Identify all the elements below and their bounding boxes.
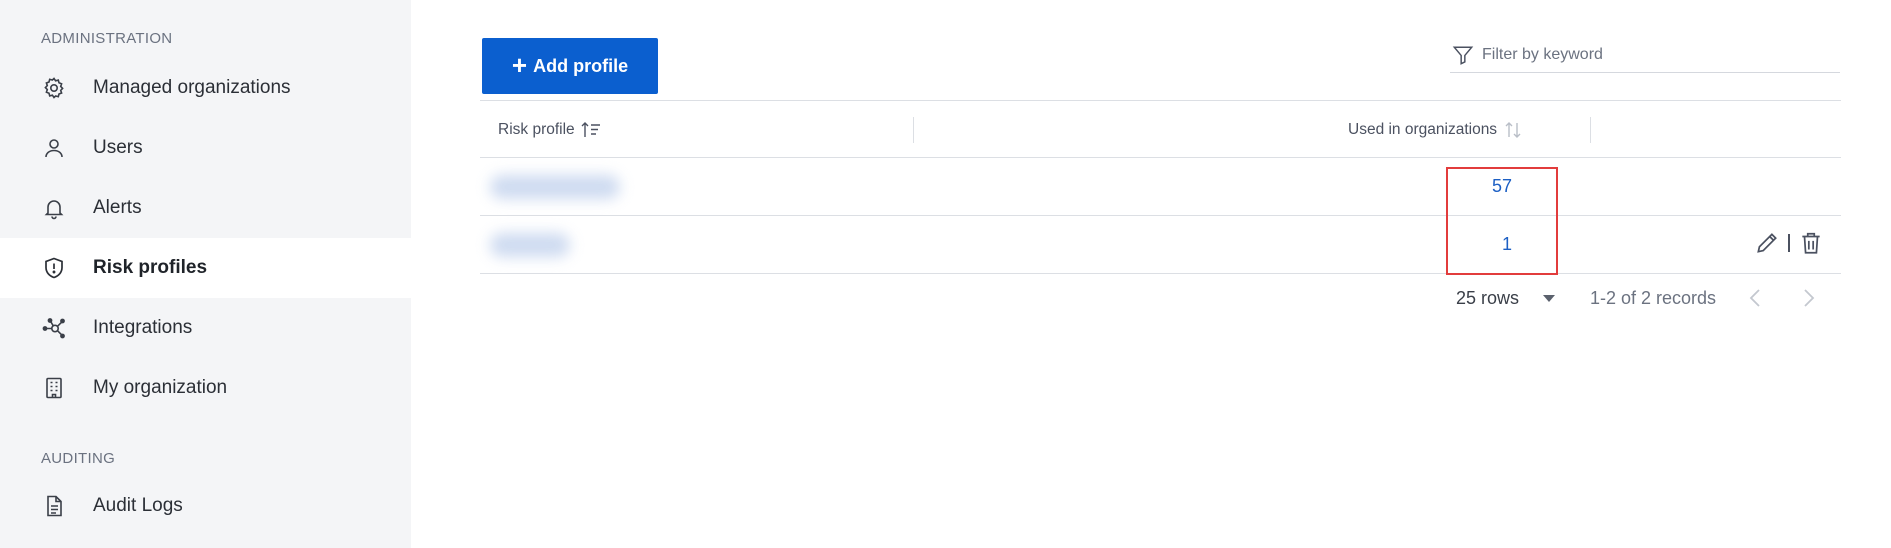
sidebar-item-label: Managed organizations [93, 77, 291, 98]
sidebar-item-label: Integrations [93, 317, 193, 338]
filter-field [1450, 38, 1840, 73]
next-page-icon[interactable] [1796, 286, 1820, 310]
sidebar-item-audit-logs[interactable]: Audit Logs [0, 476, 411, 536]
table-row[interactable]: 1 [480, 216, 1841, 274]
section-label-auditing: AUDITING [41, 450, 116, 467]
shield-icon [42, 256, 66, 280]
sidebar-item-my-organization[interactable]: My organization [0, 358, 411, 418]
trash-icon[interactable] [1798, 230, 1824, 256]
plus-icon: + [511, 49, 528, 80]
previous-page-icon[interactable] [1744, 286, 1768, 310]
row-actions [1754, 230, 1824, 256]
sidebar-item-managed-organizations[interactable]: Managed organizations [0, 58, 411, 118]
column-separator [913, 117, 914, 143]
column-separator [1590, 117, 1591, 143]
risk-profile-name-redacted[interactable] [490, 233, 570, 257]
add-profile-button[interactable]: + Add profile [482, 38, 658, 94]
sidebar-item-integrations[interactable]: Integrations [0, 298, 411, 358]
records-count: 1-2 of 2 records [1590, 287, 1717, 308]
sidebar: ADMINISTRATION Managed organizations Use… [0, 0, 411, 548]
sidebar-item-label: Risk profiles [93, 257, 208, 278]
pagination: 25 rows 1-2 of 2 records [1456, 282, 1820, 314]
sidebar-item-risk-profiles[interactable]: Risk profiles [0, 238, 411, 298]
sort-icon[interactable] [1502, 120, 1524, 140]
integrations-icon [42, 316, 66, 340]
edit-icon[interactable] [1754, 230, 1780, 256]
section-label-administration: ADMINISTRATION [41, 30, 173, 47]
add-profile-label: Add profile [533, 55, 629, 76]
sidebar-item-label: My organization [93, 377, 228, 398]
building-icon [42, 376, 66, 400]
sidebar-item-label: Users [93, 137, 143, 158]
document-icon [42, 494, 66, 518]
user-icon [42, 136, 66, 160]
risk-profiles-table: Risk profile Used in organizations 57 1 [480, 100, 1841, 274]
column-header-risk-profile[interactable]: Risk profile [498, 101, 602, 158]
column-header-used-in-organizations[interactable]: Used in organizations [1348, 101, 1524, 158]
sidebar-item-label: Audit Logs [93, 495, 183, 516]
risk-profile-name-redacted[interactable] [490, 175, 620, 199]
table-row[interactable]: 57 [480, 158, 1841, 216]
bell-icon [42, 196, 66, 220]
rows-per-page-select[interactable]: 25 rows [1456, 288, 1566, 309]
sidebar-item-label: Alerts [93, 197, 142, 218]
table-header: Risk profile Used in organizations [480, 100, 1841, 158]
sidebar-item-users[interactable]: Users [0, 118, 411, 178]
gear-icon [42, 76, 66, 100]
actions-divider [1788, 234, 1790, 252]
filter-icon [1452, 46, 1474, 65]
caret-down-icon [1543, 294, 1556, 302]
filter-input[interactable] [1482, 46, 1822, 64]
sidebar-item-alerts[interactable]: Alerts [0, 178, 411, 238]
sort-ascending-icon[interactable] [580, 120, 602, 140]
highlight-annotation [1446, 167, 1558, 275]
